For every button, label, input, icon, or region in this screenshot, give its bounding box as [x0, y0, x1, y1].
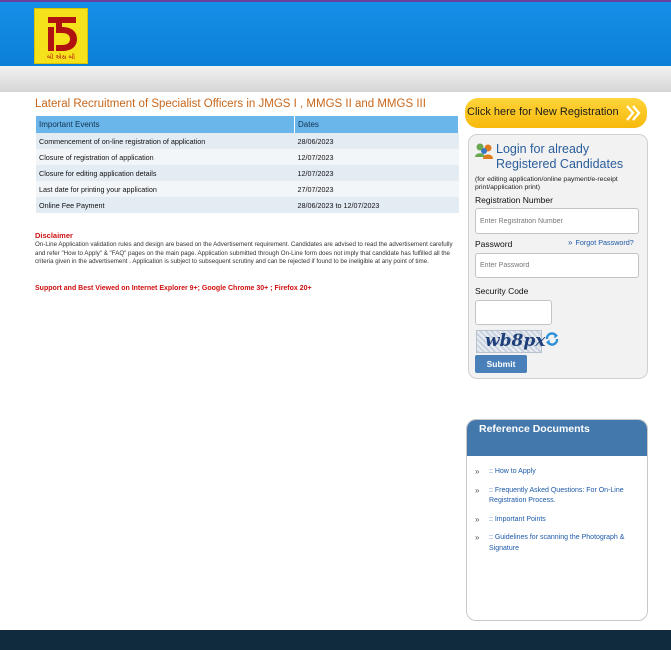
refresh-captcha-icon[interactable] [544, 331, 560, 347]
double-chevron-right-icon: » [475, 514, 480, 524]
date-cell: 12/07/2023 [294, 165, 459, 181]
event-cell: Closure for editing application details [36, 165, 295, 181]
event-cell: Closure of registration of application [36, 149, 295, 165]
security-code-input[interactable] [475, 300, 552, 325]
login-title: Login for already Registered Candidates [496, 142, 624, 171]
bank-logo[interactable]: બી એસ બી [34, 8, 88, 64]
double-chevron-right-icon [626, 105, 641, 121]
table-header-row: Important Events Dates [36, 116, 459, 133]
new-registration-label: Click here for New Registration [467, 106, 619, 118]
double-chevron-right-icon: » [568, 238, 573, 247]
event-cell: Last date for printing your application [36, 181, 295, 197]
event-cell: Online Fee Payment [36, 197, 295, 213]
bank-logo-icon [48, 17, 77, 51]
new-registration-button[interactable]: Click here for New Registration [465, 98, 647, 128]
double-chevron-right-icon: » [475, 485, 480, 495]
reference-link-faq[interactable]: »:: Frequently Asked Questions: For On-L… [475, 486, 635, 507]
reference-documents-list: »:: How to Apply »:: Frequently Asked Qu… [475, 467, 635, 562]
captcha-text: wb8px [485, 331, 546, 351]
table-row: Closure for editing application details … [36, 165, 459, 181]
double-chevron-right-icon: » [475, 533, 480, 542]
password-label: Password [475, 239, 513, 249]
reference-link-how-to-apply[interactable]: »:: How to Apply [475, 467, 635, 478]
reference-link-text: :: Frequently Asked Questions: For On-Li… [489, 486, 624, 505]
reference-documents-header: Reference Documents [467, 420, 647, 456]
captcha-image: wb8px [476, 330, 546, 353]
logo-text: બી એસ બી [46, 54, 76, 61]
date-cell: 28/06/2023 [294, 133, 459, 149]
reference-documents-title: Reference Documents [479, 423, 590, 435]
forgot-password-link[interactable]: » Forgot Password? [568, 238, 634, 247]
date-cell: 27/07/2023 [294, 181, 459, 197]
reference-link-text: :: Guidelines for scanning the Photograp… [489, 534, 625, 552]
registration-number-label: Registration Number [475, 195, 553, 205]
important-events-table: Important Events Dates Commencement of o… [36, 116, 459, 213]
event-cell: Commencement of on-line registration of … [36, 133, 295, 149]
table-row: Online Fee Payment 28/06/2023 to 12/07/2… [36, 197, 459, 213]
footer-bar [0, 630, 671, 650]
header-bar: બી એસ બી [0, 0, 671, 66]
reference-link-important-points[interactable]: »:: Important Points [475, 515, 635, 526]
reference-documents-panel: Reference Documents »:: How to Apply »::… [466, 419, 648, 621]
users-icon [475, 143, 493, 159]
sub-nav-bar [0, 66, 671, 92]
disclaimer-text: On-Line Application validation rules and… [35, 241, 453, 266]
table-header-dates: Dates [294, 116, 459, 133]
reference-link-scanning-guidelines[interactable]: »:: Guidelines for scanning the Photogra… [475, 533, 635, 554]
security-code-label: Security Code [475, 286, 529, 296]
table-header-events: Important Events [36, 116, 295, 133]
disclaimer-title: Disclaimer [35, 231, 73, 240]
table-row: Last date for printing your application … [36, 181, 459, 197]
reference-link-text: :: Important Points [489, 515, 546, 523]
date-cell: 12/07/2023 [294, 149, 459, 165]
double-chevron-right-icon: » [475, 467, 480, 476]
password-input[interactable] [475, 253, 639, 278]
browser-support-note: Support and Best Viewed on Internet Expl… [35, 285, 312, 292]
date-cell: 28/06/2023 to 12/07/2023 [294, 197, 459, 213]
login-note: (for editing application/online payment/… [475, 176, 618, 192]
registration-number-input[interactable] [475, 208, 639, 234]
forgot-password-text: Forgot Password? [575, 238, 634, 247]
table-row: Commencement of on-line registration of … [36, 133, 459, 149]
submit-button[interactable]: Submit [475, 355, 527, 373]
reference-link-text: :: How to Apply [489, 468, 536, 475]
page-title: Lateral Recruitment of Specialist Office… [35, 98, 426, 110]
table-row: Closure of registration of application 1… [36, 149, 459, 165]
